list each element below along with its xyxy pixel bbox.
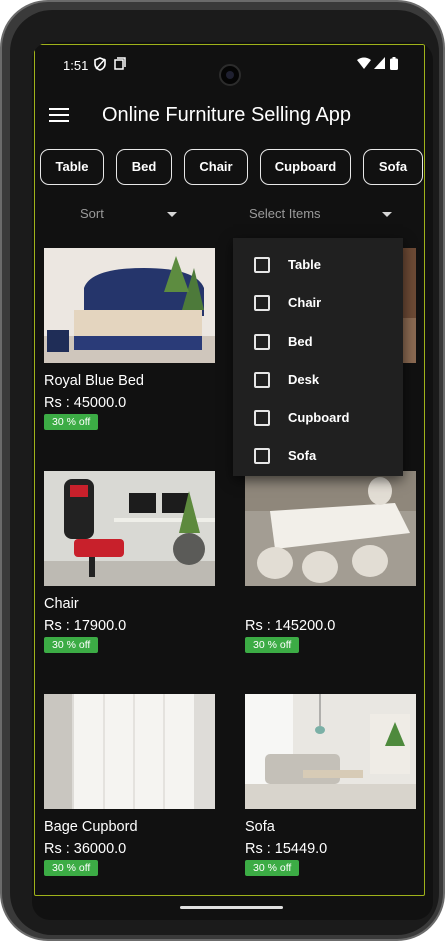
checkbox[interactable] (254, 257, 270, 273)
product-image-dining-table (245, 471, 416, 586)
menu-item-bed[interactable]: Bed (233, 323, 403, 361)
category-chips: Table Bed Chair Cupboard Sofa (40, 149, 433, 185)
wifi-icon (357, 57, 371, 72)
checkbox[interactable] (254, 371, 270, 388)
hamburger-menu-icon[interactable] (49, 108, 69, 124)
chip-table[interactable]: Table (40, 149, 104, 185)
screen: 1:51 Online Furniture Selling App Table … (32, 42, 433, 920)
product-image-cupboard (44, 694, 215, 809)
discount-badge: 30 % off (245, 637, 300, 653)
discount-badge: 30 % off (44, 414, 99, 430)
product-name: Chair (44, 596, 79, 612)
product-image-sofa (245, 694, 416, 809)
checkbox[interactable] (254, 295, 270, 312)
product-name: Sofa (245, 819, 275, 835)
discount-badge: 30 % off (245, 860, 300, 876)
front-camera (219, 64, 241, 86)
menu-item-label: Cupboard (288, 410, 350, 426)
product-name: Royal Blue Bed (44, 373, 144, 389)
battery-icon (390, 57, 398, 73)
product-card[interactable]: Rs : 145200.0 30 % off (245, 471, 416, 653)
product-card[interactable]: Chair Rs : 17900.0 30 % off (44, 471, 215, 653)
phone-bezel: 1:51 Online Furniture Selling App Table … (10, 10, 439, 935)
product-price: Rs : 17900.0 (44, 618, 127, 634)
discount-badge: 30 % off (44, 637, 99, 653)
product-name (245, 596, 416, 614)
menu-item-label: Chair (288, 295, 322, 311)
sort-chevron-down-icon (167, 212, 177, 217)
product-price: Rs : 36000.0 (44, 841, 127, 857)
menu-item-chair[interactable]: Chair (233, 284, 403, 322)
menu-item-desk[interactable]: Desk (233, 361, 403, 399)
status-time: 1:51 (63, 58, 89, 73)
checkbox[interactable] (254, 410, 270, 427)
status-bar: 1:51 (32, 52, 433, 86)
product-image-chair (44, 471, 215, 586)
home-indicator[interactable] (180, 906, 283, 909)
menu-item-table[interactable]: Table (233, 246, 403, 284)
menu-item-label: Bed (288, 333, 313, 349)
menu-item-label: Table (288, 257, 321, 272)
chip-chair[interactable]: Chair (184, 149, 248, 185)
chip-cupboard[interactable]: Cupboard (260, 149, 351, 185)
app-bar: Online Furniture Selling App (32, 94, 433, 138)
menu-item-cupboard[interactable]: Cupboard (233, 399, 403, 437)
shield-icon (94, 57, 106, 74)
sort-label: Sort (80, 206, 104, 221)
product-card[interactable]: Sofa Rs : 15449.0 30 % off (245, 694, 416, 876)
menu-item-label: Sofa (288, 448, 317, 464)
menu-item-sofa[interactable]: Sofa (233, 437, 403, 475)
product-name: Bage Cupbord (44, 819, 138, 835)
app-title: Online Furniture Selling App (102, 104, 352, 126)
screenshot-icon (114, 57, 126, 73)
product-card[interactable]: Bage Cupbord Rs : 36000.0 30 % off (44, 694, 215, 876)
filter-row: Sort Select Items (32, 202, 433, 226)
product-price: Rs : 15449.0 (245, 841, 328, 857)
product-card[interactable]: Royal Blue Bed Rs : 45000.0 30 % off (44, 248, 215, 430)
checkbox[interactable] (254, 448, 270, 465)
discount-badge: 30 % off (44, 860, 99, 876)
chip-sofa[interactable]: Sofa (363, 149, 423, 185)
product-image-bed (44, 248, 215, 363)
product-price: Rs : 45000.0 (44, 395, 127, 411)
phone-frame: 1:51 Online Furniture Selling App Table … (0, 0, 445, 941)
select-items-chevron-down-icon (382, 212, 392, 217)
signal-icon (374, 57, 385, 72)
product-price: Rs : 145200.0 (245, 618, 336, 634)
select-items-menu: Table Chair Bed Desk Cupboard Sofa (233, 238, 403, 476)
menu-item-label: Desk (288, 371, 320, 387)
chip-bed[interactable]: Bed (116, 149, 172, 185)
select-items-label: Select Items (249, 206, 321, 221)
checkbox[interactable] (254, 333, 270, 350)
